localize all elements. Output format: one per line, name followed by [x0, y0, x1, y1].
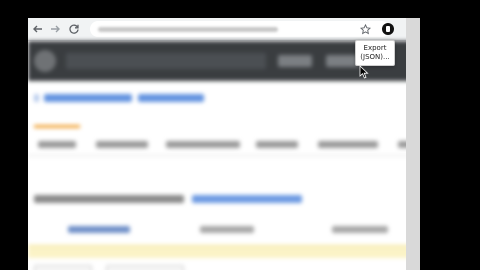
breadcrumb-item: [44, 94, 132, 102]
column-header: [200, 226, 254, 233]
forward-button[interactable]: [47, 21, 63, 37]
download-circle-icon: [382, 23, 394, 35]
reload-icon: [69, 24, 79, 34]
address-bar[interactable]: [90, 21, 390, 37]
breadcrumb-icon: [34, 94, 39, 102]
tab: [38, 141, 76, 148]
reload-button[interactable]: [66, 21, 82, 37]
column-header: [332, 226, 388, 233]
arrow-right-icon: [51, 25, 60, 33]
info-link: [192, 195, 302, 203]
header-search: [66, 53, 266, 69]
browser-toolbar: [28, 18, 420, 41]
tab: [318, 141, 378, 148]
arrow-left-icon: [33, 25, 42, 33]
column-header: [68, 226, 130, 233]
control: [34, 265, 92, 270]
tab: [256, 141, 298, 148]
column-header-row: [28, 223, 420, 237]
window-edge: [406, 18, 420, 270]
export-tooltip: Export (JSON)...: [355, 40, 395, 66]
breadcrumb-item: [138, 94, 204, 102]
blurred-url: [98, 27, 278, 32]
bookmark-button[interactable]: [357, 21, 373, 37]
info-line: [34, 195, 304, 203]
notice-bar: [28, 245, 420, 258]
star-icon: [359, 23, 371, 34]
tab: [166, 141, 240, 148]
info-text: [34, 195, 184, 203]
active-tab-indicator: [34, 125, 80, 128]
back-button[interactable]: [30, 21, 46, 37]
tooltip-line-1: Export: [363, 44, 387, 52]
breadcrumb: [34, 94, 214, 102]
header-link: [278, 55, 312, 67]
mouse-cursor-icon: [359, 65, 369, 79]
export-extension-button[interactable]: [380, 21, 396, 37]
tab: [96, 141, 148, 148]
tooltip-line-2: (JSON)...: [360, 53, 390, 61]
tab-bar: [28, 133, 420, 156]
control: [106, 265, 184, 270]
app-logo: [34, 50, 56, 72]
